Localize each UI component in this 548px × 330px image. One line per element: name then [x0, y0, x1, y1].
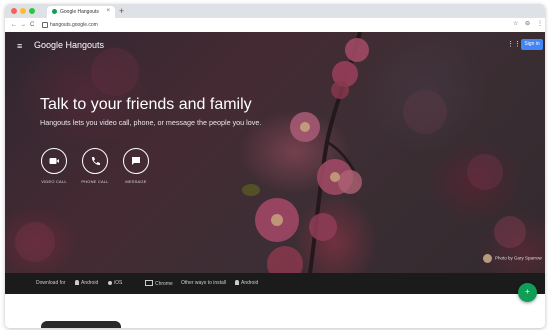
account-icon[interactable]: ⊖	[525, 20, 530, 29]
desktop-icon	[145, 280, 153, 286]
hero-subline: Hangouts lets you video call, phone, or …	[40, 118, 262, 127]
android-icon	[235, 280, 239, 285]
tab-close-icon[interactable]: ×	[106, 8, 110, 14]
ios-link-label: iOS	[114, 280, 123, 286]
device-preview-image	[41, 321, 121, 328]
brand-title[interactable]: Google Hangouts	[34, 40, 104, 50]
android-icon	[75, 280, 79, 285]
message-label: MESSAGE	[125, 179, 147, 184]
download-label: Download for	[36, 280, 66, 286]
new-conversation-fab[interactable]: +	[518, 283, 537, 302]
message-icon	[132, 157, 140, 165]
other-install-link[interactable]: Other ways to install	[181, 280, 226, 287]
message-button[interactable]: MESSAGE	[122, 148, 150, 184]
browser-window: Google Hangouts × + ← → C hangouts.googl…	[5, 4, 545, 328]
photographer-avatar	[483, 254, 492, 263]
hangouts-favicon-icon	[52, 9, 57, 14]
video-call-label: VIDEO CALL	[41, 179, 67, 184]
phone-call-circle[interactable]	[82, 148, 108, 174]
photo-credit-text: Photo by Gary Sparrow	[495, 255, 542, 261]
hero-section: ≡ Google Hangouts ⋮⋮⋮ Sign in Talk to yo…	[5, 32, 545, 273]
video-call-button[interactable]: VIDEO CALL	[40, 148, 68, 184]
phone-call-label: PHONE CALL	[81, 179, 109, 184]
video-camera-icon	[49, 158, 59, 164]
zoom-window-dot[interactable]	[29, 8, 35, 14]
close-window-dot[interactable]	[11, 8, 17, 14]
apple-icon	[108, 281, 112, 285]
main-menu-icon[interactable]: ≡	[17, 42, 22, 51]
hero-headline: Talk to your friends and family	[40, 96, 252, 113]
lower-section	[5, 294, 545, 328]
sign-in-button[interactable]: Sign in	[521, 39, 543, 50]
back-icon[interactable]: ←	[11, 21, 17, 29]
lock-icon	[42, 22, 48, 28]
photo-credit: Photo by Gary Sparrow	[483, 254, 542, 263]
message-circle[interactable]	[123, 148, 149, 174]
plus-icon: +	[525, 287, 530, 296]
android-link-label: Android	[81, 280, 99, 286]
phone-call-button[interactable]: PHONE CALL	[81, 148, 109, 184]
tab-title: Google Hangouts	[60, 9, 99, 15]
address-bar: ← → C hangouts.google.com ☆ ⊖ ⋮	[5, 18, 545, 33]
minimize-window-dot[interactable]	[20, 8, 26, 14]
download-android-link[interactable]: Android	[75, 280, 98, 287]
phone-icon	[91, 157, 100, 166]
tab-google-hangouts[interactable]: Google Hangouts ×	[47, 6, 115, 18]
android-link-label-2: Android	[241, 280, 259, 286]
download-chrome-link[interactable]: Chrome	[145, 280, 173, 288]
download-ios-link[interactable]: iOS	[108, 280, 122, 287]
video-call-circle[interactable]	[41, 148, 67, 174]
bookmark-star-icon[interactable]: ☆	[513, 20, 518, 29]
url-field[interactable]: hangouts.google.com	[50, 21, 98, 29]
browser-menu-icon[interactable]: ⋮	[537, 20, 543, 29]
forward-icon[interactable]: →	[20, 21, 26, 29]
download-android-link-2[interactable]: Android	[235, 280, 258, 287]
chrome-link-label: Chrome	[155, 281, 173, 287]
reload-icon[interactable]: C	[30, 21, 34, 29]
download-bar: Download for Android iOS Chrome Other wa…	[5, 273, 545, 294]
tab-bar: Google Hangouts × +	[5, 4, 545, 18]
new-tab-button[interactable]: +	[119, 6, 124, 16]
